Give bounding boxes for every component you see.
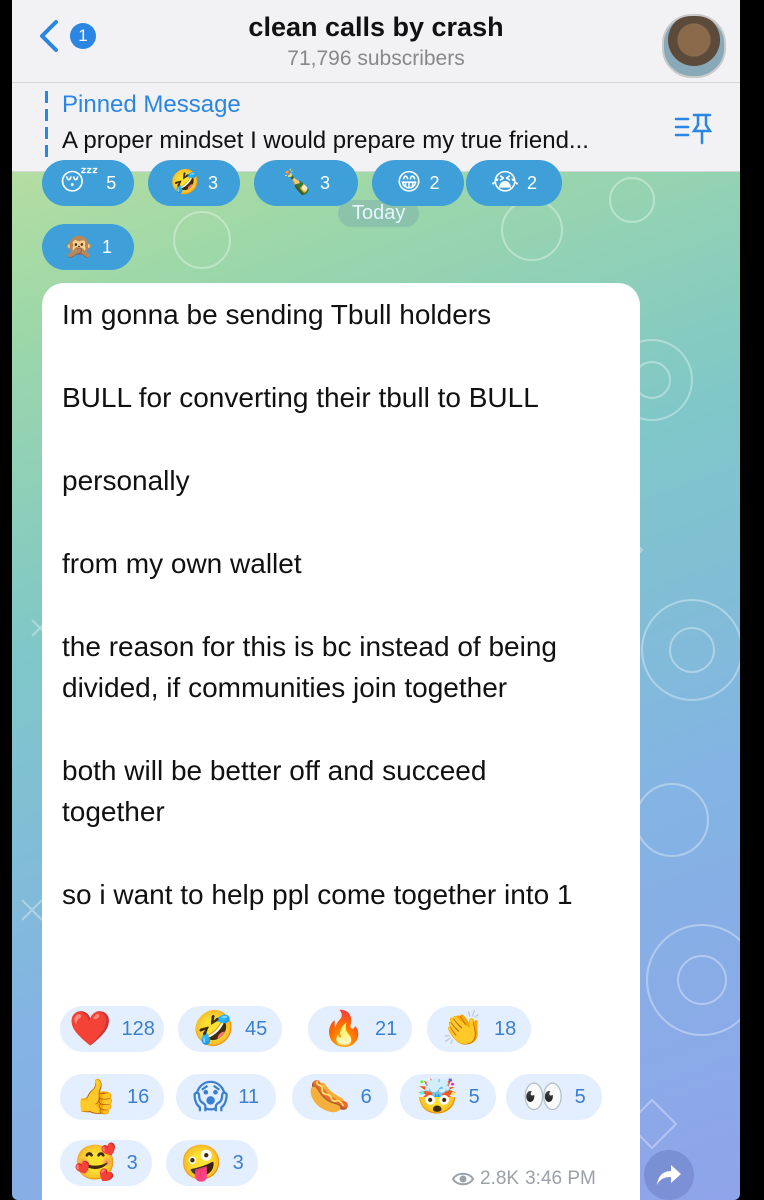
message-paragraph: BULL for converting their tbull to BULL [62, 382, 539, 413]
channel-avatar[interactable] [662, 14, 726, 78]
zany-face-emoji-icon: 🤪 [180, 1144, 223, 1182]
reaction-pill[interactable]: 🤣 45 [178, 1006, 282, 1052]
thumbs-up-emoji-icon: 👍 [74, 1078, 118, 1116]
subscriber-count: 71,796 subscribers [287, 47, 465, 70]
chat-header: 1 clean calls by crash 71,796 subscriber… [12, 0, 740, 83]
reaction-count: 11 [238, 1085, 260, 1108]
reaction-count: 16 [127, 1085, 150, 1108]
reaction-pill[interactable]: 🤯 5 [400, 1074, 496, 1120]
reaction-count: 3 [319, 172, 330, 193]
reaction-count: 1 [101, 236, 112, 257]
pinned-indicator [45, 91, 48, 163]
sleeping-emoji-icon: 😴 [59, 169, 99, 196]
reaction-count: 2 [429, 172, 440, 193]
view-count: 2.8K [480, 1168, 520, 1189]
reaction-count: 3 [232, 1151, 244, 1174]
pinned-message-bar[interactable]: Pinned Message A proper mindset I would … [12, 83, 740, 172]
message-paragraph: personally [62, 465, 190, 496]
reaction-pill[interactable]: 🌭 6 [292, 1074, 388, 1120]
hotdog-emoji-icon: 🌭 [308, 1078, 351, 1116]
message-meta: 2.8K 3:46 PM [452, 1168, 596, 1190]
message-paragraph: both will be better off and succeed toge… [62, 755, 487, 827]
crying-emoji-icon: 😭 [490, 169, 520, 196]
share-arrow-icon [657, 1165, 681, 1185]
reaction-count: 5 [468, 1085, 480, 1108]
exploding-head-emoji-icon: 🤯 [416, 1078, 459, 1116]
reaction-pill[interactable]: ❤️ 128 [60, 1006, 164, 1052]
chat-window: 1 clean calls by crash 71,796 subscriber… [12, 0, 740, 1200]
reaction-count: 3 [126, 1151, 138, 1174]
pin-list-icon[interactable] [674, 109, 714, 145]
clap-emoji-icon: 👏 [441, 1010, 485, 1048]
reaction-count: 18 [494, 1017, 517, 1040]
message-text: Im gonna be sending Tbull holders BULL f… [62, 294, 632, 957]
reaction-pill[interactable]: 👍 16 [60, 1074, 164, 1120]
reaction-pill[interactable]: 🤣 3 [148, 160, 240, 206]
fire-emoji-icon: 🔥 [322, 1010, 366, 1048]
reaction-count: 5 [574, 1085, 586, 1108]
heart-emoji-icon: ❤️ [69, 1010, 112, 1048]
reaction-pill[interactable]: 😭 2 [466, 160, 562, 206]
channel-title[interactable]: clean calls by crash [12, 12, 740, 43]
reaction-pill[interactable]: 🔥 21 [308, 1006, 412, 1052]
rofl-emoji-icon: 🤣 [170, 169, 200, 196]
grin-emoji-icon: 😁 [396, 169, 422, 196]
message-time: 3:46 PM [525, 1168, 596, 1189]
reaction-pill[interactable]: 😴 5 [42, 160, 134, 206]
reaction-count: 5 [106, 172, 117, 193]
reaction-pill[interactable]: 👀 5 [506, 1074, 602, 1120]
reaction-pill[interactable]: 🥰 3 [60, 1140, 152, 1186]
reaction-pill[interactable]: 😱 11 [176, 1074, 276, 1120]
reaction-count: 128 [121, 1017, 155, 1040]
reaction-count: 3 [207, 172, 218, 193]
message-paragraph: Im gonna be sending Tbull holders [62, 299, 492, 330]
message-paragraph: so i want to help ppl come together into… [62, 879, 573, 910]
reaction-count: 45 [245, 1017, 268, 1040]
monkey-emoji-icon: 🙊 [64, 233, 94, 260]
reaction-pill[interactable]: 😁 2 [372, 160, 464, 206]
message-paragraph: from my own wallet [62, 548, 302, 579]
pinned-label: Pinned Message [62, 91, 241, 118]
reaction-pill[interactable]: 🙊 1 [42, 224, 134, 270]
rofl-emoji-icon: 🤣 [192, 1010, 236, 1048]
reaction-pill[interactable]: 👏 18 [427, 1006, 531, 1052]
scream-emoji-icon: 😱 [192, 1078, 229, 1116]
reaction-count: 6 [360, 1085, 372, 1108]
reaction-pill[interactable]: 🍾 3 [254, 160, 358, 206]
message-paragraph: the reason for this is bc instead of bei… [62, 631, 557, 703]
reaction-count: 2 [527, 172, 538, 193]
eyes-emoji-icon: 👀 [522, 1078, 565, 1116]
pinned-text: A proper mindset I would prepare my true… [62, 127, 589, 154]
smiling-hearts-emoji-icon: 🥰 [74, 1144, 117, 1182]
eye-icon [452, 1172, 474, 1186]
reaction-count: 21 [375, 1017, 398, 1040]
reaction-pill[interactable]: 🤪 3 [166, 1140, 258, 1186]
champagne-emoji-icon: 🍾 [282, 169, 312, 196]
share-button[interactable] [644, 1150, 694, 1200]
